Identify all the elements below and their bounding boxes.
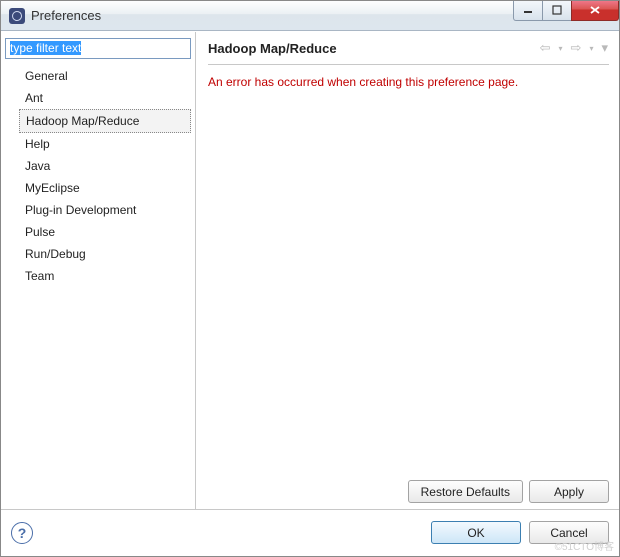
tree-item-run-debug[interactable]: Run/Debug (19, 243, 191, 265)
window-controls (514, 1, 619, 21)
maximize-icon (552, 5, 562, 15)
minimize-icon (523, 5, 533, 15)
tree-item-help[interactable]: Help (19, 133, 191, 155)
tree-item-myeclipse[interactable]: MyEclipse (19, 177, 191, 199)
filter-input[interactable]: type filter text (5, 38, 191, 59)
sidebar: type filter text General Ant Hadoop Map/… (1, 32, 196, 509)
tree-item-ant[interactable]: Ant (19, 87, 191, 109)
nav-forward-icon[interactable]: ⇨ (570, 40, 583, 56)
main-area: type filter text General Ant Hadoop Map/… (1, 31, 619, 509)
content-header: Hadoop Map/Reduce ⇦ ▾ ⇨ ▾ ▾ (208, 40, 609, 65)
chevron-down-icon[interactable]: ▾ (558, 44, 564, 53)
cancel-button[interactable]: Cancel (529, 521, 609, 544)
tree-item-team[interactable]: Team (19, 265, 191, 287)
content-panel: Hadoop Map/Reduce ⇦ ▾ ⇨ ▾ ▾ An error has… (196, 32, 619, 509)
maximize-button[interactable] (542, 1, 572, 21)
footer: ? OK Cancel (1, 509, 619, 555)
page-title: Hadoop Map/Reduce (208, 41, 539, 56)
ok-button[interactable]: OK (431, 521, 521, 544)
tree-item-plugin-development[interactable]: Plug-in Development (19, 199, 191, 221)
tree-item-pulse[interactable]: Pulse (19, 221, 191, 243)
close-icon (589, 5, 601, 15)
error-message: An error has occurred when creating this… (208, 75, 609, 89)
chevron-down-icon[interactable]: ▾ (588, 44, 594, 53)
titlebar: Preferences (1, 1, 619, 31)
nav-arrows: ⇦ ▾ ⇨ ▾ ▾ (539, 40, 609, 56)
tree-item-hadoop-map-reduce[interactable]: Hadoop Map/Reduce (19, 109, 191, 133)
restore-defaults-button[interactable]: Restore Defaults (408, 480, 523, 503)
nav-back-icon[interactable]: ⇦ (539, 40, 552, 56)
help-icon[interactable]: ? (11, 522, 33, 544)
menu-dropdown-icon[interactable]: ▾ (600, 40, 609, 56)
minimize-button[interactable] (513, 1, 543, 21)
filter-input-text: type filter text (10, 41, 81, 55)
close-button[interactable] (571, 1, 619, 21)
content-body: An error has occurred when creating this… (208, 75, 609, 474)
tree-item-java[interactable]: Java (19, 155, 191, 177)
apply-button[interactable]: Apply (529, 480, 609, 503)
tree-item-general[interactable]: General (19, 65, 191, 87)
app-icon (9, 8, 25, 24)
content-button-bar: Restore Defaults Apply (208, 474, 609, 503)
window-title: Preferences (31, 8, 514, 23)
preference-tree: General Ant Hadoop Map/Reduce Help Java … (5, 65, 191, 287)
